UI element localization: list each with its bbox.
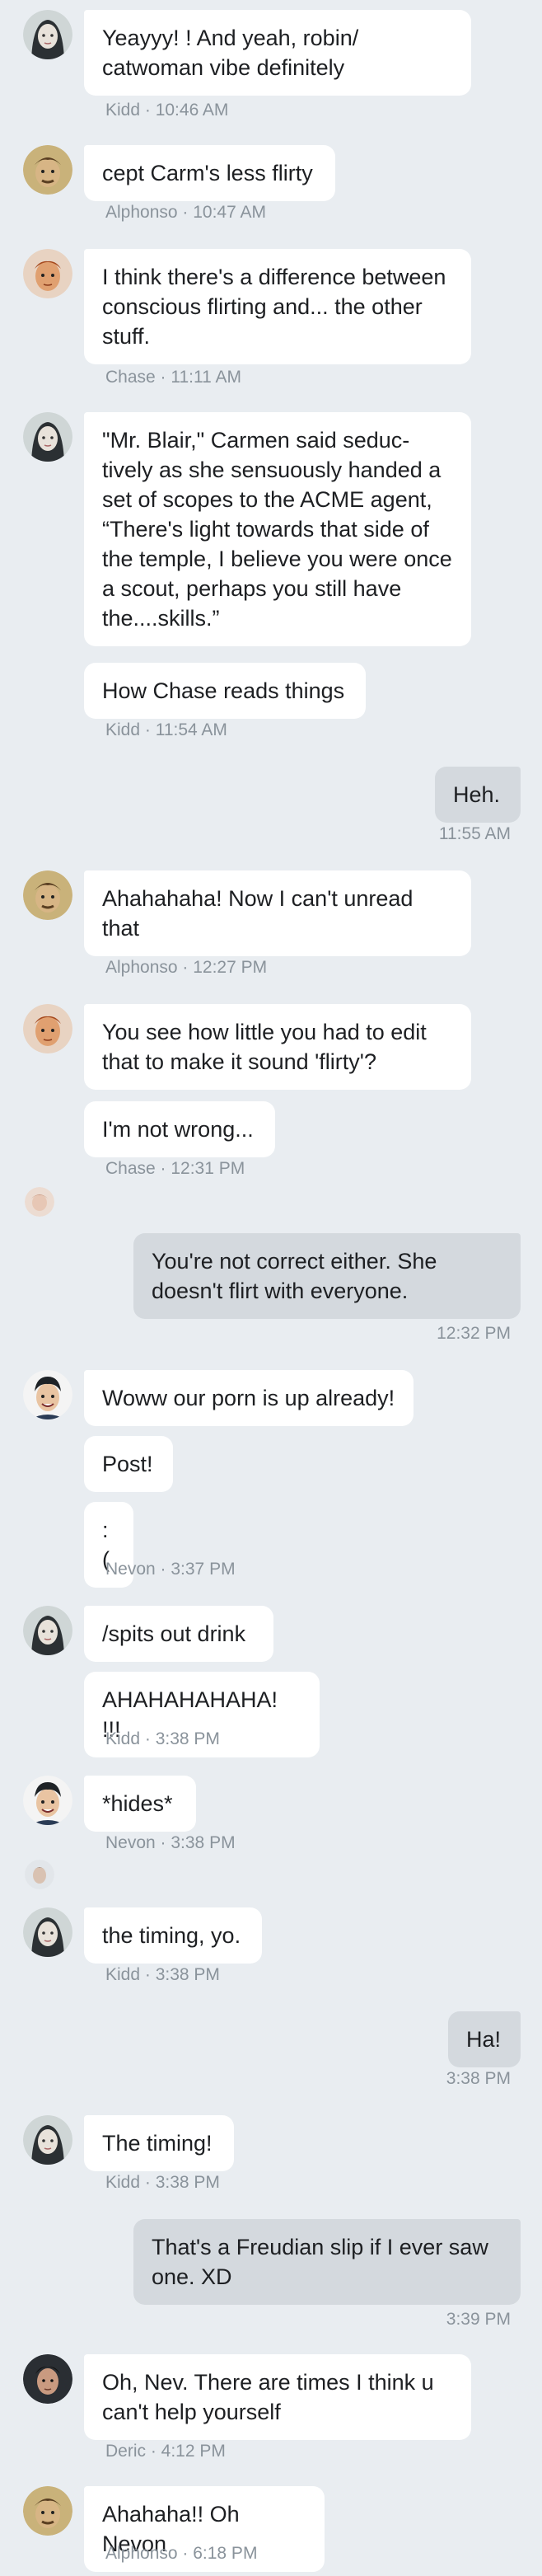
message-text: You're not correct either. She doesn't f… bbox=[152, 1249, 437, 1303]
message-text: the timing, yo. bbox=[102, 1923, 241, 1948]
message-text: The timing! bbox=[102, 2131, 213, 2156]
outgoing-message-bubble[interactable]: Ha! bbox=[448, 2011, 521, 2067]
message-meta: Alphonso · 12:27 PM bbox=[105, 958, 268, 977]
message-text: I'm not wrong... bbox=[102, 1117, 254, 1142]
message-bubble[interactable]: Woww our porn is up already! bbox=[84, 1370, 414, 1426]
chase-avatar[interactable] bbox=[23, 1004, 72, 1053]
message-meta: Alphonso · 10:47 AM bbox=[105, 203, 266, 222]
message-bubble[interactable]: I'm not wrong... bbox=[84, 1101, 275, 1157]
message-bubble[interactable]: /spits out drink bbox=[84, 1606, 273, 1662]
message-bubble[interactable]: Oh, Nev. There are times I think u can't… bbox=[84, 2354, 471, 2440]
message-meta: Deric · 4:12 PM bbox=[105, 2442, 226, 2461]
message-meta: Kidd · 3:38 PM bbox=[105, 2173, 220, 2192]
message-meta: Nevon · 3:38 PM bbox=[105, 1833, 236, 1852]
message-text: I think there's a difference between con… bbox=[102, 265, 446, 349]
message-text: How Chase reads things bbox=[102, 678, 345, 703]
message-bubble[interactable]: cept Carm's less flirty bbox=[84, 145, 335, 201]
message-text: Oh, Nev. There are times I think u can't… bbox=[102, 2370, 434, 2424]
message-text: /spits out drink bbox=[102, 1621, 246, 1646]
message-meta: Kidd · 11:54 AM bbox=[105, 720, 227, 739]
message-meta: Kidd · 3:38 PM bbox=[105, 1729, 220, 1748]
message-meta: Kidd · 10:46 AM bbox=[105, 101, 229, 120]
outgoing-message-bubble[interactable]: Heh. bbox=[435, 767, 521, 823]
kidd-avatar[interactable] bbox=[23, 2115, 72, 2165]
message-meta: Chase · 11:11 AM bbox=[105, 368, 241, 387]
message-text: You see how little you had to edit that … bbox=[102, 1020, 427, 1074]
message-bubble[interactable]: the timing, yo. bbox=[84, 1907, 262, 1964]
message-bubble[interactable]: Post! bbox=[84, 1436, 173, 1492]
kidd-avatar[interactable] bbox=[23, 10, 72, 59]
alphonso-avatar[interactable] bbox=[23, 870, 72, 920]
alphonso-avatar[interactable] bbox=[23, 145, 72, 195]
message-bubble[interactable]: How Chase reads things bbox=[84, 663, 366, 719]
message-text: Yeayyy! ! And yeah, robin/ catwoman vibe… bbox=[102, 26, 359, 80]
message-bubble[interactable]: "Mr. Blair," Carmen said seduc- tively a… bbox=[84, 412, 471, 646]
message-meta: Alphonso · 6:18 PM bbox=[105, 2544, 258, 2563]
message-bubble[interactable]: Ahahahaha! Now I can't unread that bbox=[84, 870, 471, 956]
message-meta: Nevon · 3:37 PM bbox=[105, 1560, 236, 1579]
message-meta: 3:38 PM bbox=[446, 2069, 511, 2088]
message-bubble[interactable]: Yeayyy! ! And yeah, robin/ catwoman vibe… bbox=[84, 10, 471, 96]
message-meta: 12:32 PM bbox=[437, 1324, 511, 1343]
message-bubble[interactable]: I think there's a difference between con… bbox=[84, 249, 471, 364]
message-text: "Mr. Blair," Carmen said seduc- tively a… bbox=[102, 428, 452, 631]
message-bubble[interactable]: *hides* bbox=[84, 1776, 196, 1832]
read-receipt-avatar bbox=[25, 1860, 54, 1889]
message-text: Woww our porn is up already! bbox=[102, 1386, 395, 1410]
message-meta: Kidd · 3:38 PM bbox=[105, 1965, 220, 1984]
kidd-avatar[interactable] bbox=[23, 412, 72, 462]
outgoing-message-bubble[interactable]: That's a Freudian slip if I ever saw one… bbox=[133, 2219, 521, 2305]
message-meta: 3:39 PM bbox=[446, 2310, 511, 2329]
message-bubble[interactable]: You see how little you had to edit that … bbox=[84, 1004, 471, 1090]
kidd-avatar[interactable] bbox=[23, 1606, 72, 1655]
chat-thread[interactable]: Yeayyy! ! And yeah, robin/ catwoman vibe… bbox=[0, 0, 542, 2576]
message-bubble[interactable]: The timing! bbox=[84, 2115, 234, 2171]
message-meta: Chase · 12:31 PM bbox=[105, 1159, 245, 1178]
read-receipt-avatar bbox=[25, 1187, 54, 1217]
message-text: cept Carm's less flirty bbox=[102, 161, 313, 185]
outgoing-message-bubble[interactable]: You're not correct either. She doesn't f… bbox=[133, 1233, 521, 1319]
alphonso-avatar[interactable] bbox=[23, 2486, 72, 2536]
message-meta: 11:55 AM bbox=[438, 824, 511, 843]
chase-avatar[interactable] bbox=[23, 249, 72, 298]
kidd-avatar[interactable] bbox=[23, 1907, 72, 1957]
nevon-avatar[interactable] bbox=[23, 1776, 72, 1825]
message-text: Heh. bbox=[453, 782, 501, 807]
message-text: That's a Freudian slip if I ever saw one… bbox=[152, 2235, 488, 2289]
message-text: *hides* bbox=[102, 1791, 173, 1816]
deric-avatar[interactable] bbox=[23, 2354, 72, 2404]
message-text: Ahahahaha! Now I can't unread that bbox=[102, 886, 414, 941]
nevon-avatar[interactable] bbox=[23, 1370, 72, 1419]
message-text: Ha! bbox=[466, 2027, 502, 2052]
message-text: Post! bbox=[102, 1452, 153, 1476]
